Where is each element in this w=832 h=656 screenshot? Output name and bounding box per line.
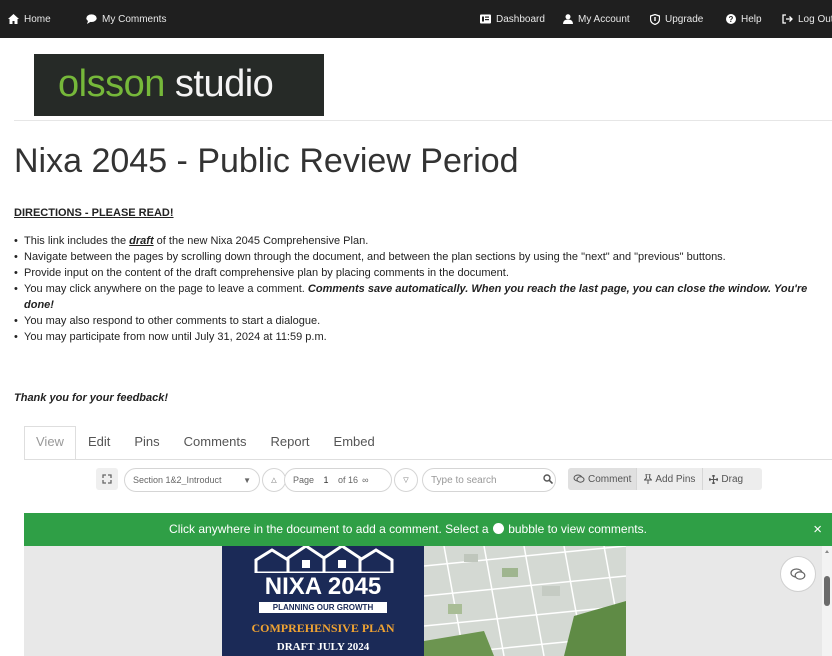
directions-item-2: Navigate between the pages by scrolling … — [14, 249, 830, 265]
draft-link[interactable]: draft — [129, 235, 153, 247]
page-label: Page — [293, 475, 315, 485]
dashboard-icon — [480, 14, 491, 24]
expand-icon — [102, 474, 112, 484]
instruction-banner: Click anywhere in the document to add a … — [24, 513, 832, 546]
previous-page-button[interactable]: △ — [262, 468, 286, 492]
directions-item-6: You may participate from now until July … — [14, 329, 830, 345]
houses-graphic — [254, 546, 394, 573]
nav-help-label: Help — [741, 13, 762, 25]
scroll-up-arrow[interactable] — [825, 550, 829, 553]
user-icon — [563, 14, 573, 24]
page-number-input[interactable]: 1 — [318, 475, 334, 485]
drag-mode-label: Drag — [721, 473, 744, 485]
section-select-value: Section 1&2_Introduct — [133, 475, 222, 485]
cover-title: NIXA 2045 — [264, 573, 382, 600]
chevron-down-icon: ▽ — [403, 477, 409, 484]
top-nav-bar: Home My Comments Dashboard My Account Up… — [0, 0, 832, 38]
nav-dashboard[interactable]: Dashboard — [480, 0, 545, 38]
logout-icon — [782, 14, 793, 24]
nav-logout-label: Log Out — [798, 13, 832, 25]
shield-icon — [650, 13, 660, 25]
instruction-text-1: Click anywhere in the document to add a … — [169, 522, 492, 536]
divider — [14, 120, 832, 121]
speech-bubble-icon — [86, 14, 97, 24]
cover-draft-date: DRAFT JULY 2024 — [276, 641, 370, 653]
section-select[interactable]: Section 1&2_Introduct ▼ — [124, 468, 260, 492]
mode-button-group: Comment Add Pins Drag — [568, 468, 762, 490]
next-page-button[interactable]: ▽ — [394, 468, 418, 492]
tab-edit[interactable]: Edit — [76, 426, 122, 460]
directions-item-4: You may click anywhere on the page to le… — [14, 281, 830, 313]
tab-bar: View Edit Pins Comments Report Embed — [24, 426, 387, 460]
tab-view[interactable]: View — [24, 426, 76, 460]
bubble-icon — [492, 523, 504, 534]
aerial-map-graphic — [424, 546, 626, 656]
cover-subtitle: PLANNING OUR GROWTH — [259, 602, 387, 613]
instruction-text-2: bubble to view comments. — [504, 522, 647, 536]
nav-upgrade[interactable]: Upgrade — [650, 0, 703, 38]
fullscreen-button[interactable] — [96, 468, 118, 490]
directions-heading: DIRECTIONS - PLEASE READ! — [14, 207, 174, 219]
document-scrollbar[interactable] — [822, 546, 832, 656]
move-icon — [709, 474, 719, 484]
comment-mode-label: Comment — [588, 473, 632, 485]
comment-mode-button[interactable]: Comment — [568, 468, 637, 490]
home-icon — [8, 14, 19, 24]
directions-item-4-text: You may click anywhere on the page to le… — [24, 283, 308, 295]
logo-word-studio: studio — [164, 63, 274, 105]
help-icon: ? — [726, 14, 736, 24]
instruction-message: Click anywhere in the document to add a … — [24, 513, 792, 546]
directions-item-1: This link includes the draft of the new … — [14, 233, 830, 249]
search-input[interactable]: Type to search — [422, 468, 556, 492]
comment-bubble-button[interactable] — [780, 556, 816, 592]
close-banner-button[interactable]: × — [813, 513, 822, 546]
pushpin-icon — [644, 474, 653, 484]
nav-my-account-label: My Account — [578, 13, 630, 25]
page-total: of 16 — [338, 475, 359, 485]
nav-home[interactable]: Home — [8, 0, 51, 38]
nav-upgrade-label: Upgrade — [665, 13, 704, 25]
tab-embed[interactable]: Embed — [322, 426, 387, 460]
search-icon — [543, 474, 553, 484]
directions-item-1-text: This link includes the — [24, 235, 130, 247]
nav-dashboard-label: Dashboard — [496, 13, 545, 25]
document-cover-page[interactable]: NIXA 2045 PLANNING OUR GROWTH COMPREHENS… — [222, 546, 424, 656]
directions-list: This link includes the draft of the new … — [14, 233, 830, 345]
nav-help[interactable]: ? Help — [726, 0, 762, 38]
add-pins-label: Add Pins — [655, 473, 696, 485]
tab-report[interactable]: Report — [259, 426, 322, 460]
nav-my-comments-label: My Comments — [102, 13, 167, 25]
thank-you-note: Thank you for your feedback! — [14, 392, 169, 404]
chevron-down-icon: ▼ — [243, 475, 251, 485]
scrollbar-thumb[interactable] — [824, 576, 830, 606]
nav-my-comments[interactable]: My Comments — [86, 0, 166, 38]
document-viewer[interactable]: NIXA 2045 PLANNING OUR GROWTH COMPREHENS… — [24, 546, 832, 656]
tab-pins[interactable]: Pins — [122, 426, 171, 460]
link-icon: ∞ — [362, 475, 369, 485]
tab-divider — [24, 459, 832, 460]
search-button[interactable] — [540, 468, 556, 490]
directions-item-3: Provide input on the content of the draf… — [14, 265, 830, 281]
chevron-up-icon: △ — [271, 477, 277, 484]
nav-my-account[interactable]: My Account — [563, 0, 630, 38]
page-title: Nixa 2045 - Public Review Period — [14, 142, 519, 180]
document-toolbar: Section 1&2_Introduct ▼ △ Page 1 of 16 ∞… — [0, 462, 832, 498]
cover-aerial-map — [424, 546, 626, 656]
nav-logout[interactable]: Log Out — [782, 0, 832, 38]
directions-item-1-text-end: of the new Nixa 2045 Comprehensive Plan. — [153, 235, 369, 247]
directions-item-5: You may also respond to other comments t… — [14, 313, 830, 329]
cover-plan-title: COMPREHENSIVE PLAN — [251, 621, 395, 635]
tab-comments[interactable]: Comments — [172, 426, 259, 460]
logo-word-olsson: olsson — [58, 63, 165, 105]
add-pins-button[interactable]: Add Pins — [636, 468, 702, 490]
drag-mode-button[interactable]: Drag — [702, 468, 749, 490]
comment-icon — [573, 474, 585, 483]
comment-icon — [790, 567, 806, 580]
brand-logo-text: olsson studio — [58, 62, 274, 106]
nav-home-label: Home — [24, 13, 51, 25]
svg-text:?: ? — [729, 15, 734, 24]
page-navigator: Page 1 of 16 ∞ — [284, 468, 392, 492]
